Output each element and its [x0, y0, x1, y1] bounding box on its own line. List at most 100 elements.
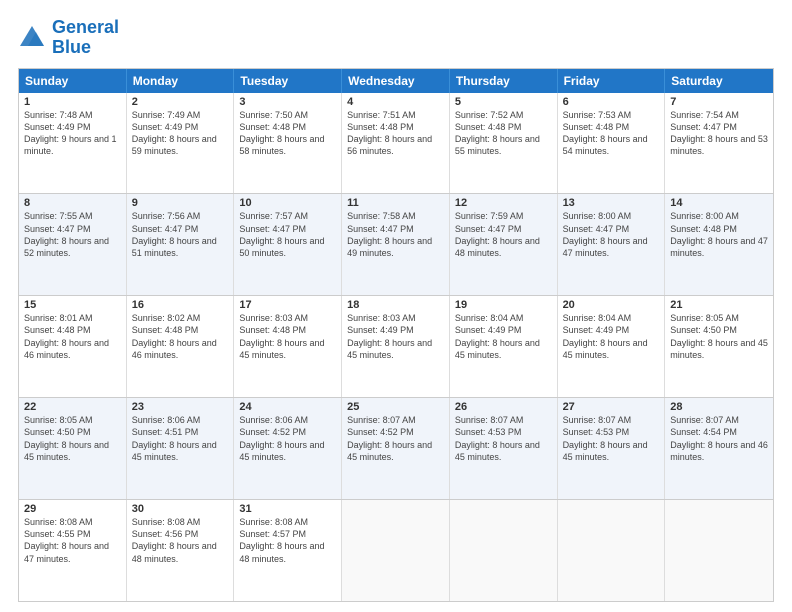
day-cell-13: 13Sunrise: 8:00 AMSunset: 4:47 PMDayligh…: [558, 194, 666, 295]
day-cell-2: 2Sunrise: 7:49 AMSunset: 4:49 PMDaylight…: [127, 93, 235, 194]
day-number: 15: [24, 299, 121, 311]
day-details: Sunrise: 8:07 AMSunset: 4:52 PMDaylight:…: [347, 414, 444, 463]
day-number: 24: [239, 401, 336, 413]
day-details: Sunrise: 8:08 AMSunset: 4:57 PMDaylight:…: [239, 516, 336, 565]
header-day-wednesday: Wednesday: [342, 69, 450, 93]
day-number: 20: [563, 299, 660, 311]
calendar: SundayMondayTuesdayWednesdayThursdayFrid…: [18, 68, 774, 602]
day-number: 31: [239, 503, 336, 515]
day-number: 2: [132, 96, 229, 108]
header: General Blue: [18, 18, 774, 58]
day-details: Sunrise: 8:03 AMSunset: 4:48 PMDaylight:…: [239, 312, 336, 361]
day-number: 22: [24, 401, 121, 413]
day-cell-1: 1Sunrise: 7:48 AMSunset: 4:49 PMDaylight…: [19, 93, 127, 194]
day-number: 10: [239, 197, 336, 209]
logo: General Blue: [18, 18, 119, 58]
day-details: Sunrise: 8:04 AMSunset: 4:49 PMDaylight:…: [563, 312, 660, 361]
day-number: 12: [455, 197, 552, 209]
day-number: 11: [347, 197, 444, 209]
day-cell-22: 22Sunrise: 8:05 AMSunset: 4:50 PMDayligh…: [19, 398, 127, 499]
day-cell-25: 25Sunrise: 8:07 AMSunset: 4:52 PMDayligh…: [342, 398, 450, 499]
day-number: 19: [455, 299, 552, 311]
day-cell-30: 30Sunrise: 8:08 AMSunset: 4:56 PMDayligh…: [127, 500, 235, 601]
week-row-3: 15Sunrise: 8:01 AMSunset: 4:48 PMDayligh…: [19, 295, 773, 397]
day-cell-14: 14Sunrise: 8:00 AMSunset: 4:48 PMDayligh…: [665, 194, 773, 295]
day-details: Sunrise: 7:54 AMSunset: 4:47 PMDaylight:…: [670, 109, 768, 158]
day-details: Sunrise: 7:48 AMSunset: 4:49 PMDaylight:…: [24, 109, 121, 158]
day-details: Sunrise: 8:08 AMSunset: 4:56 PMDaylight:…: [132, 516, 229, 565]
day-details: Sunrise: 7:57 AMSunset: 4:47 PMDaylight:…: [239, 210, 336, 259]
header-day-monday: Monday: [127, 69, 235, 93]
header-day-sunday: Sunday: [19, 69, 127, 93]
empty-cell: [342, 500, 450, 601]
day-cell-31: 31Sunrise: 8:08 AMSunset: 4:57 PMDayligh…: [234, 500, 342, 601]
calendar-header: SundayMondayTuesdayWednesdayThursdayFrid…: [19, 69, 773, 93]
day-number: 18: [347, 299, 444, 311]
header-day-thursday: Thursday: [450, 69, 558, 93]
day-details: Sunrise: 7:53 AMSunset: 4:48 PMDaylight:…: [563, 109, 660, 158]
day-cell-7: 7Sunrise: 7:54 AMSunset: 4:47 PMDaylight…: [665, 93, 773, 194]
day-details: Sunrise: 8:01 AMSunset: 4:48 PMDaylight:…: [24, 312, 121, 361]
header-day-friday: Friday: [558, 69, 666, 93]
day-details: Sunrise: 7:52 AMSunset: 4:48 PMDaylight:…: [455, 109, 552, 158]
day-number: 13: [563, 197, 660, 209]
day-details: Sunrise: 8:06 AMSunset: 4:52 PMDaylight:…: [239, 414, 336, 463]
day-cell-20: 20Sunrise: 8:04 AMSunset: 4:49 PMDayligh…: [558, 296, 666, 397]
day-details: Sunrise: 8:07 AMSunset: 4:54 PMDaylight:…: [670, 414, 768, 463]
day-details: Sunrise: 7:51 AMSunset: 4:48 PMDaylight:…: [347, 109, 444, 158]
day-cell-5: 5Sunrise: 7:52 AMSunset: 4:48 PMDaylight…: [450, 93, 558, 194]
day-number: 17: [239, 299, 336, 311]
day-cell-6: 6Sunrise: 7:53 AMSunset: 4:48 PMDaylight…: [558, 93, 666, 194]
day-cell-18: 18Sunrise: 8:03 AMSunset: 4:49 PMDayligh…: [342, 296, 450, 397]
day-cell-15: 15Sunrise: 8:01 AMSunset: 4:48 PMDayligh…: [19, 296, 127, 397]
day-number: 28: [670, 401, 768, 413]
calendar-body: 1Sunrise: 7:48 AMSunset: 4:49 PMDaylight…: [19, 93, 773, 601]
header-day-tuesday: Tuesday: [234, 69, 342, 93]
day-number: 3: [239, 96, 336, 108]
day-details: Sunrise: 8:07 AMSunset: 4:53 PMDaylight:…: [455, 414, 552, 463]
day-details: Sunrise: 8:05 AMSunset: 4:50 PMDaylight:…: [24, 414, 121, 463]
day-cell-12: 12Sunrise: 7:59 AMSunset: 4:47 PMDayligh…: [450, 194, 558, 295]
day-cell-23: 23Sunrise: 8:06 AMSunset: 4:51 PMDayligh…: [127, 398, 235, 499]
day-number: 14: [670, 197, 768, 209]
day-details: Sunrise: 7:56 AMSunset: 4:47 PMDaylight:…: [132, 210, 229, 259]
day-cell-9: 9Sunrise: 7:56 AMSunset: 4:47 PMDaylight…: [127, 194, 235, 295]
day-cell-28: 28Sunrise: 8:07 AMSunset: 4:54 PMDayligh…: [665, 398, 773, 499]
day-cell-27: 27Sunrise: 8:07 AMSunset: 4:53 PMDayligh…: [558, 398, 666, 499]
day-cell-29: 29Sunrise: 8:08 AMSunset: 4:55 PMDayligh…: [19, 500, 127, 601]
day-cell-4: 4Sunrise: 7:51 AMSunset: 4:48 PMDaylight…: [342, 93, 450, 194]
day-details: Sunrise: 8:00 AMSunset: 4:47 PMDaylight:…: [563, 210, 660, 259]
week-row-5: 29Sunrise: 8:08 AMSunset: 4:55 PMDayligh…: [19, 499, 773, 601]
day-details: Sunrise: 8:07 AMSunset: 4:53 PMDaylight:…: [563, 414, 660, 463]
logo-icon: [18, 24, 46, 52]
day-cell-8: 8Sunrise: 7:55 AMSunset: 4:47 PMDaylight…: [19, 194, 127, 295]
day-number: 1: [24, 96, 121, 108]
day-number: 27: [563, 401, 660, 413]
day-cell-16: 16Sunrise: 8:02 AMSunset: 4:48 PMDayligh…: [127, 296, 235, 397]
day-cell-21: 21Sunrise: 8:05 AMSunset: 4:50 PMDayligh…: [665, 296, 773, 397]
empty-cell: [665, 500, 773, 601]
day-number: 8: [24, 197, 121, 209]
day-number: 30: [132, 503, 229, 515]
day-cell-10: 10Sunrise: 7:57 AMSunset: 4:47 PMDayligh…: [234, 194, 342, 295]
day-number: 5: [455, 96, 552, 108]
day-details: Sunrise: 8:08 AMSunset: 4:55 PMDaylight:…: [24, 516, 121, 565]
day-number: 16: [132, 299, 229, 311]
day-number: 9: [132, 197, 229, 209]
page: General Blue SundayMondayTuesdayWednesda…: [0, 0, 792, 612]
day-details: Sunrise: 8:04 AMSunset: 4:49 PMDaylight:…: [455, 312, 552, 361]
day-cell-17: 17Sunrise: 8:03 AMSunset: 4:48 PMDayligh…: [234, 296, 342, 397]
day-cell-19: 19Sunrise: 8:04 AMSunset: 4:49 PMDayligh…: [450, 296, 558, 397]
day-details: Sunrise: 8:02 AMSunset: 4:48 PMDaylight:…: [132, 312, 229, 361]
day-number: 7: [670, 96, 768, 108]
day-cell-24: 24Sunrise: 8:06 AMSunset: 4:52 PMDayligh…: [234, 398, 342, 499]
day-number: 23: [132, 401, 229, 413]
day-details: Sunrise: 8:03 AMSunset: 4:49 PMDaylight:…: [347, 312, 444, 361]
day-details: Sunrise: 7:58 AMSunset: 4:47 PMDaylight:…: [347, 210, 444, 259]
day-number: 6: [563, 96, 660, 108]
day-details: Sunrise: 7:49 AMSunset: 4:49 PMDaylight:…: [132, 109, 229, 158]
day-number: 25: [347, 401, 444, 413]
day-number: 4: [347, 96, 444, 108]
day-number: 29: [24, 503, 121, 515]
day-number: 26: [455, 401, 552, 413]
